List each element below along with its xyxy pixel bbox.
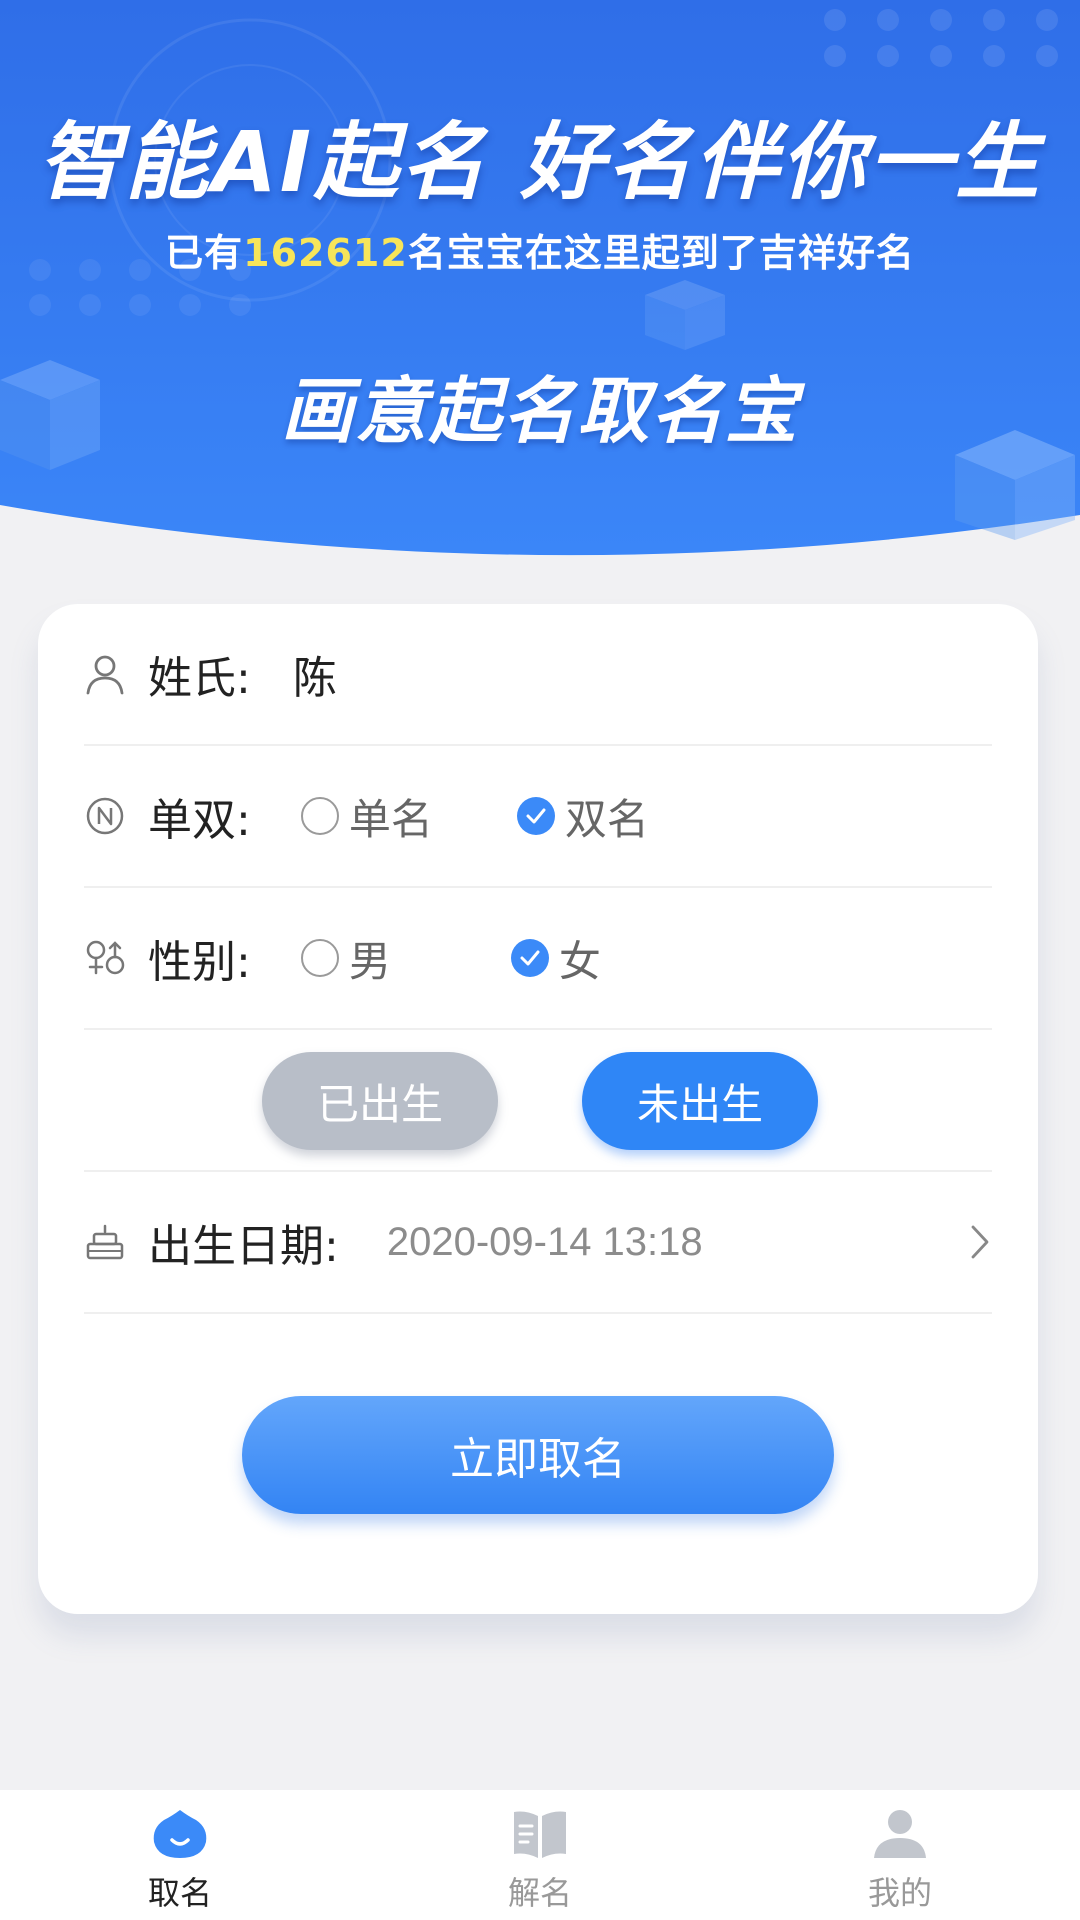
male-radio[interactable]: [300, 939, 339, 977]
app-name-title: 画意起名取名宝: [280, 369, 799, 453]
tab-profile-label: 我的: [867, 1874, 932, 1912]
female-radio[interactable]: [510, 939, 549, 977]
birth-date-row[interactable]: 出生日期: 2020-09-14 13:18: [84, 1172, 992, 1314]
named-baby-count: 162612: [243, 231, 408, 275]
female-option[interactable]: 女: [510, 928, 601, 989]
double-name-radio[interactable]: [516, 797, 555, 835]
double-name-option[interactable]: 双名: [516, 786, 649, 847]
generate-name-button[interactable]: 立即取名: [242, 1396, 834, 1514]
surname-label: 姓氏:: [148, 653, 251, 704]
male-option[interactable]: 男: [300, 928, 391, 989]
check-icon: [520, 950, 540, 966]
tab-naming-label: 取名: [147, 1874, 212, 1912]
unborn-button[interactable]: 未出生: [582, 1052, 818, 1150]
tab-interpret[interactable]: 解名: [360, 1790, 720, 1920]
banner-slogan: 智能AI起名 好名伴你一生: [37, 113, 1043, 211]
n-circle-icon: [84, 795, 126, 837]
surname-input[interactable]: 陈: [293, 642, 337, 706]
name-length-label: 单双:: [148, 795, 251, 846]
surname-row[interactable]: 姓氏: 陈: [84, 604, 992, 746]
count-prefix: 已有: [165, 231, 244, 275]
user-icon: [84, 653, 126, 695]
bottom-tab-bar: 取名 解名 我的: [0, 1790, 1080, 1920]
single-name-label: 单名: [348, 794, 433, 844]
cake-icon: [84, 1221, 126, 1263]
name-length-row: 单双: 单名 双名: [84, 746, 992, 888]
hero-banner: 智能AI起名 好名伴你一生 已有162612名宝宝在这里起到了吉祥好名 画意起名…: [0, 0, 1080, 570]
banner-background: [0, 0, 1080, 556]
tab-profile[interactable]: 我的: [720, 1790, 1080, 1920]
female-label: 女: [558, 936, 601, 986]
user-count-line: 已有162612名宝宝在这里起到了吉祥好名: [0, 222, 1080, 277]
single-name-option[interactable]: 单名: [300, 786, 433, 847]
single-name-radio[interactable]: [300, 797, 339, 835]
tab-naming[interactable]: 取名: [0, 1790, 360, 1920]
double-name-label: 双名: [564, 794, 649, 844]
male-label: 男: [348, 936, 391, 986]
gender-icon: [84, 937, 126, 979]
gender-label: 性别:: [148, 937, 251, 988]
check-icon: [526, 808, 546, 824]
birth-status-row: [84, 1030, 992, 1172]
count-suffix: 名宝宝在这里起到了吉祥好名: [407, 231, 915, 275]
born-button[interactable]: 已出生: [262, 1052, 498, 1150]
mascot-icon: [153, 1810, 207, 1858]
birth-date-label: 出生日期:: [148, 1221, 339, 1272]
tab-interpret-label: 解名: [507, 1874, 572, 1912]
gender-row: 性别: 男 女: [84, 888, 992, 1030]
chevron-right-icon: [971, 1225, 989, 1259]
birth-date-value[interactable]: 2020-09-14 13:18: [387, 1220, 703, 1265]
book-icon: [514, 1811, 566, 1858]
profile-icon: [874, 1810, 926, 1858]
naming-form-card: 姓氏: 陈 单双: 单名 双名 性别: 男 女 已出生 未出生 出生日期: 20…: [38, 604, 1038, 1614]
